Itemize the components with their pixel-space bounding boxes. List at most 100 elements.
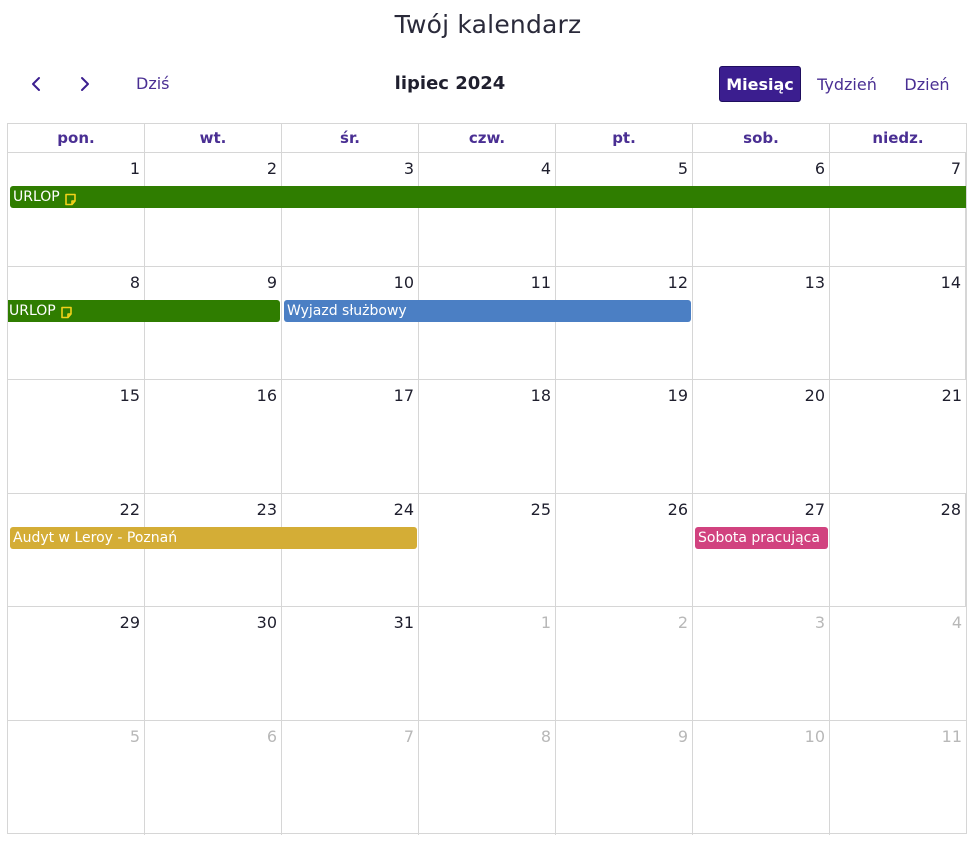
day-cell[interactable]: 28 [830, 493, 966, 607]
calendar-event[interactable]: URLOP [10, 186, 966, 208]
day-cell[interactable]: 21 [830, 380, 966, 493]
day-cell[interactable]: 26 [556, 493, 693, 607]
day-number[interactable]: 9 [267, 273, 277, 292]
day-number[interactable]: 15 [120, 386, 140, 405]
day-number[interactable]: 10 [394, 273, 414, 292]
day-cell[interactable]: 12 [556, 266, 693, 380]
view-day-button[interactable]: Dzień [898, 66, 956, 102]
calendar-event[interactable]: Sobota pracująca [695, 526, 828, 549]
day-number[interactable]: 26 [668, 500, 688, 519]
day-number[interactable]: 10 [805, 727, 825, 746]
day-cell[interactable]: 25 [419, 493, 556, 607]
day-number[interactable]: 22 [120, 500, 140, 519]
day-cell[interactable]: 2 [145, 153, 282, 266]
day-cell-other-month[interactable]: 2 [556, 607, 693, 720]
day-cell[interactable]: 11 [419, 266, 556, 380]
day-number[interactable]: 11 [531, 273, 551, 292]
day-number[interactable]: 6 [267, 727, 277, 746]
day-cell-other-month[interactable]: 7 [282, 721, 419, 835]
day-number[interactable]: 3 [815, 613, 825, 632]
day-cell[interactable]: 18 [419, 380, 556, 493]
day-cell-other-month[interactable]: 1 [419, 607, 556, 720]
day-cell[interactable]: 16 [145, 380, 282, 493]
day-number[interactable]: 5 [130, 727, 140, 746]
day-cell[interactable]: 14 [830, 266, 966, 380]
day-number[interactable]: 23 [257, 500, 277, 519]
day-number[interactable]: 27 [805, 500, 825, 519]
day-number[interactable]: 4 [541, 159, 551, 178]
day-cell-other-month[interactable]: 3 [693, 607, 830, 720]
day-cell[interactable]: 8 [8, 266, 145, 380]
day-number[interactable]: 4 [952, 613, 962, 632]
day-cell-other-month[interactable]: 5 [8, 721, 145, 835]
event-title: Audyt w Leroy - Poznań [13, 529, 178, 546]
day-cell-other-month[interactable]: 9 [556, 721, 693, 835]
day-number[interactable]: 9 [678, 727, 688, 746]
day-number[interactable]: 20 [805, 386, 825, 405]
day-number[interactable]: 11 [942, 727, 962, 746]
day-number[interactable]: 12 [668, 273, 688, 292]
week-row: 29 30 31 1 2 3 4 [8, 607, 966, 721]
day-cell[interactable]: 3 [282, 153, 419, 266]
day-cell[interactable]: 4 [419, 153, 556, 266]
day-number[interactable]: 19 [668, 386, 688, 405]
day-cell[interactable]: 22 [8, 493, 145, 607]
day-number[interactable]: 29 [120, 613, 140, 632]
day-number[interactable]: 8 [541, 727, 551, 746]
day-cell[interactable]: 27 [693, 493, 830, 607]
day-cell[interactable]: 19 [556, 380, 693, 493]
day-cell[interactable]: 7 [830, 153, 966, 266]
weekday-label: sob. [693, 124, 830, 153]
day-number[interactable]: 2 [678, 613, 688, 632]
day-number[interactable]: 5 [678, 159, 688, 178]
day-number[interactable]: 1 [541, 613, 551, 632]
day-number[interactable]: 17 [394, 386, 414, 405]
day-number[interactable]: 7 [404, 727, 414, 746]
day-number[interactable]: 18 [531, 386, 551, 405]
day-cell[interactable]: 24 [282, 493, 419, 607]
day-number[interactable]: 25 [531, 500, 551, 519]
view-week-button[interactable]: Tydzień [812, 66, 882, 102]
day-cell[interactable]: 5 [556, 153, 693, 266]
day-number[interactable]: 14 [941, 273, 961, 292]
day-cell[interactable]: 17 [282, 380, 419, 493]
day-cell[interactable]: 10 [282, 266, 419, 380]
view-month-button[interactable]: Miesiąc [719, 66, 801, 102]
page-title: Twój kalendarz [394, 10, 582, 39]
day-number[interactable]: 3 [404, 159, 414, 178]
day-number[interactable]: 30 [257, 613, 277, 632]
day-number[interactable]: 28 [941, 500, 961, 519]
day-cell-other-month[interactable]: 10 [693, 721, 830, 835]
week-row: 5 6 7 8 9 10 11 [8, 721, 966, 835]
day-cell[interactable]: 9 [145, 266, 282, 380]
day-cell[interactable]: 13 [693, 266, 830, 380]
day-cell-other-month[interactable]: 6 [145, 721, 282, 835]
day-cell[interactable]: 30 [145, 607, 282, 720]
day-number[interactable]: 2 [267, 159, 277, 178]
day-cell[interactable]: 29 [8, 607, 145, 720]
weekday-label: czw. [419, 124, 556, 153]
calendar-event[interactable]: Audyt w Leroy - Poznań [10, 526, 417, 549]
day-cell[interactable]: 20 [693, 380, 830, 493]
day-cell[interactable]: 23 [145, 493, 282, 607]
day-number[interactable]: 1 [130, 159, 140, 178]
day-cell[interactable]: 6 [693, 153, 830, 266]
day-cell[interactable]: 1 [8, 153, 145, 266]
day-cell-other-month[interactable]: 11 [830, 721, 966, 835]
day-cell-other-month[interactable]: 8 [419, 721, 556, 835]
weekday-label: śr. [282, 124, 419, 153]
day-number[interactable]: 7 [951, 159, 961, 178]
day-cell[interactable]: 15 [8, 380, 145, 493]
day-number[interactable]: 21 [942, 386, 962, 405]
day-cell[interactable]: 31 [282, 607, 419, 720]
calendar-event[interactable]: URLOP [8, 299, 280, 322]
weekday-label: wt. [145, 124, 282, 153]
calendar-event[interactable]: Wyjazd służbowy [284, 299, 691, 322]
day-number[interactable]: 13 [805, 273, 825, 292]
day-number[interactable]: 6 [815, 159, 825, 178]
day-number[interactable]: 16 [257, 386, 277, 405]
day-number[interactable]: 8 [130, 273, 140, 292]
day-number[interactable]: 24 [394, 500, 414, 519]
day-cell-other-month[interactable]: 4 [830, 607, 966, 720]
day-number[interactable]: 31 [394, 613, 414, 632]
